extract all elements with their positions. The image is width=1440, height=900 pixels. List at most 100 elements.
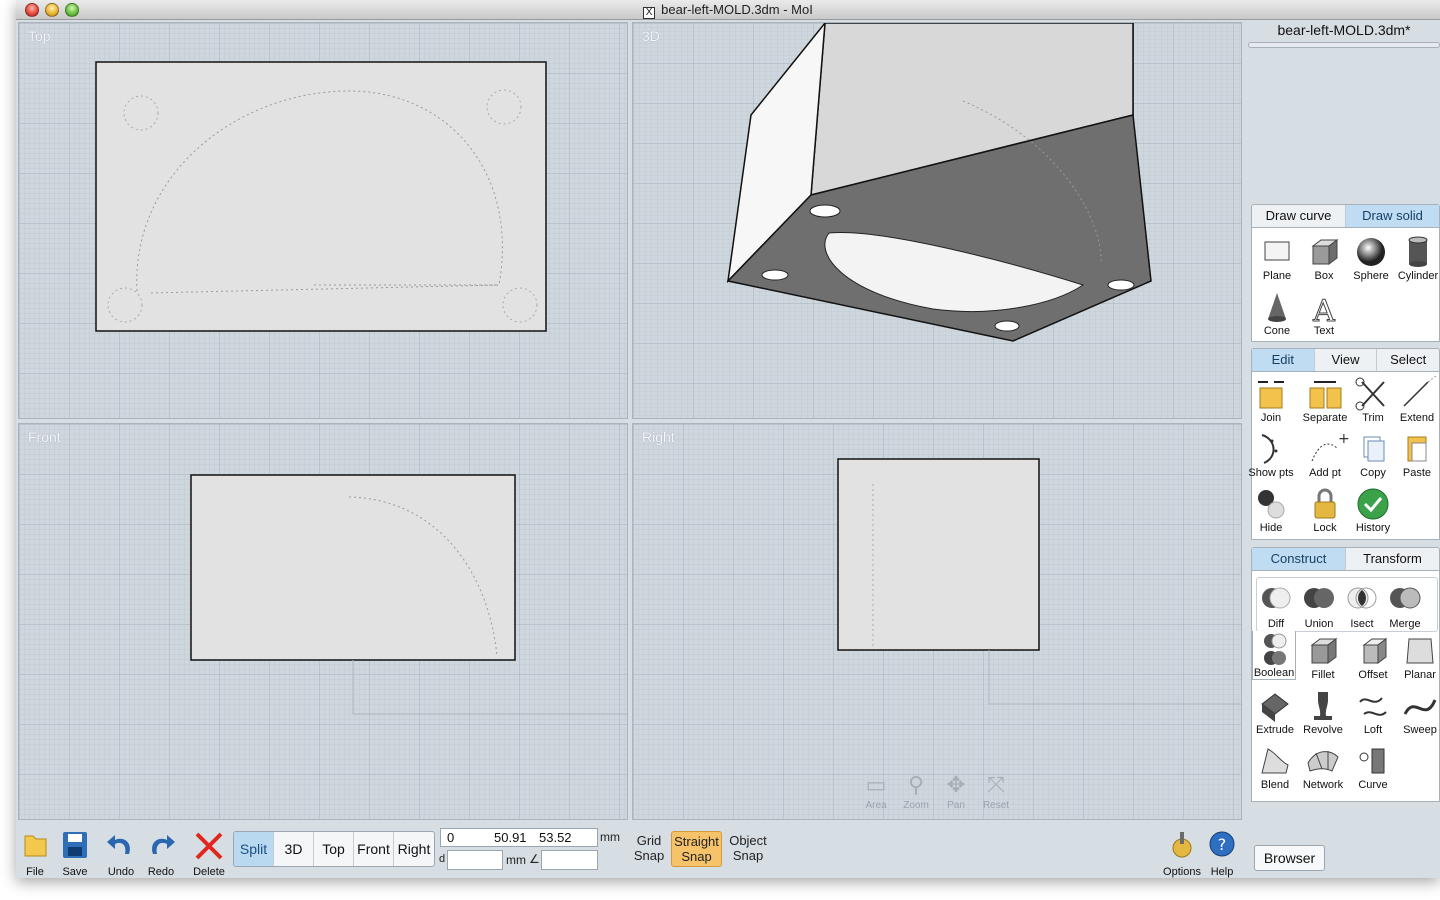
offset-tool[interactable]: Offset: [1348, 633, 1398, 681]
extrude-tool[interactable]: Extrude: [1250, 688, 1300, 736]
fillet-tool[interactable]: Fillet: [1298, 633, 1348, 681]
copy-icon: [1363, 436, 1385, 462]
boolean-union-icon: [1304, 588, 1334, 608]
undo-button[interactable]: Undo: [99, 830, 143, 878]
svg-text:?: ?: [1218, 835, 1227, 854]
copy-tool[interactable]: Copy: [1348, 431, 1398, 479]
plane-tool[interactable]: Plane: [1252, 234, 1302, 282]
box-tool[interactable]: Box: [1299, 234, 1349, 282]
planar-tool[interactable]: Planar: [1395, 633, 1440, 681]
view-mode-switcher: Split 3D Top Front Right: [233, 831, 435, 867]
help-button[interactable]: ? Help: [1200, 830, 1244, 878]
viewport-3d[interactable]: 3D: [632, 22, 1242, 419]
boolean-difference-icon: [1262, 587, 1291, 609]
tab-select[interactable]: Select: [1377, 349, 1439, 371]
cone-icon: [1268, 293, 1286, 322]
straight-snap-toggle[interactable]: Straight Snap: [671, 831, 722, 867]
plane-icon: [1264, 241, 1290, 261]
boolean-intersect-icon: [1347, 587, 1377, 609]
text-icon: A: [1312, 294, 1336, 326]
delete-button[interactable]: Delete: [187, 830, 231, 878]
view-mode-3d[interactable]: 3D: [274, 832, 314, 866]
boolean-difference-tool[interactable]: Diff: [1254, 582, 1298, 630]
distance-unit: mm: [506, 853, 526, 867]
network-tool[interactable]: Network: [1298, 743, 1348, 791]
join-tool[interactable]: Join: [1246, 376, 1296, 424]
cylinder-tool[interactable]: Cylinder: [1393, 234, 1440, 282]
options-button[interactable]: Options: [1160, 830, 1204, 878]
add-point-tool[interactable]: + Add pt: [1300, 431, 1350, 479]
blend-tool[interactable]: Blend: [1250, 743, 1300, 791]
history-tool[interactable]: History: [1348, 486, 1398, 534]
view-mode-right[interactable]: Right: [394, 832, 434, 866]
cone-tool[interactable]: Cone: [1252, 289, 1302, 337]
blend-icon: [1261, 748, 1289, 774]
reset-icon: ⤧: [987, 772, 1005, 797]
boolean-icon: [1264, 633, 1287, 665]
zoom-icon: ⚲: [907, 772, 925, 797]
area-zoom-button[interactable]: ▭ Area: [858, 770, 894, 811]
top-view-drawing: [95, 61, 547, 332]
angle-input[interactable]: [541, 850, 598, 870]
3d-mold-model: [726, 23, 1152, 342]
trim-tool[interactable]: Trim: [1348, 376, 1398, 424]
lock-icon: [1314, 488, 1336, 519]
show-points-icon: [1261, 434, 1278, 464]
boolean-intersect-tool[interactable]: Isect: [1340, 582, 1384, 630]
viewport-top[interactable]: Top: [18, 22, 628, 419]
tab-edit[interactable]: Edit: [1252, 349, 1315, 371]
save-button[interactable]: Save: [53, 830, 97, 878]
scissors-icon: [1355, 377, 1385, 411]
redo-button[interactable]: Redo: [139, 830, 183, 878]
boolean-tool[interactable]: Boolean: [1252, 631, 1296, 680]
viewport-right[interactable]: Right ▭ Area ⚲ Zoom ✥ Pan ⤧ Reset: [632, 423, 1242, 820]
lock-tool[interactable]: Lock: [1300, 486, 1350, 534]
options-gear-icon: [1172, 832, 1192, 858]
hide-tool[interactable]: Hide: [1246, 486, 1296, 534]
angle-symbol: ∠: [529, 852, 540, 866]
separate-tool[interactable]: Separate: [1300, 376, 1350, 424]
x11-app-icon: X: [643, 7, 656, 19]
folder-icon: [24, 835, 47, 857]
coordinate-input[interactable]: 0 50.91 53.52: [440, 828, 598, 847]
tab-view[interactable]: View: [1315, 349, 1378, 371]
pan-button[interactable]: ✥ Pan: [938, 770, 974, 811]
curve-from-surface-icon: [1359, 748, 1385, 774]
distance-input[interactable]: [447, 850, 503, 870]
reset-view-button[interactable]: ⤧ Reset: [978, 770, 1014, 811]
join-icon: [1258, 381, 1284, 409]
view-mode-top[interactable]: Top: [314, 832, 354, 866]
pan-icon: ✥: [946, 772, 966, 797]
command-panel: bear-left-MOLD.3dm* Draw curve Draw soli…: [1248, 22, 1440, 878]
grid-snap-toggle[interactable]: Grid Snap: [629, 831, 669, 867]
sphere-tool[interactable]: Sphere: [1346, 234, 1396, 282]
extend-icon: [1403, 376, 1437, 407]
viewport-label: 3D: [642, 28, 660, 44]
tab-draw-curve[interactable]: Draw curve: [1252, 205, 1346, 227]
curve-tool[interactable]: Curve: [1348, 743, 1398, 791]
tab-construct[interactable]: Construct: [1252, 548, 1346, 570]
viewport-front[interactable]: Front: [18, 423, 628, 820]
floppy-disk-icon: [63, 832, 87, 858]
browser-button[interactable]: Browser: [1254, 845, 1325, 871]
paste-tool[interactable]: Paste: [1392, 431, 1440, 479]
file-button[interactable]: File: [13, 830, 57, 878]
extend-tool[interactable]: Extend: [1392, 376, 1440, 424]
sweep-tool[interactable]: Sweep: [1395, 688, 1440, 736]
app-window: Xbear-left-MOLD.3dm - MoI Top 3D Front R…: [16, 0, 1440, 878]
view-mode-front[interactable]: Front: [354, 832, 394, 866]
revolve-tool[interactable]: Revolve: [1298, 688, 1348, 736]
object-snap-toggle[interactable]: Object Snap: [724, 831, 772, 867]
show-points-tool[interactable]: Show pts: [1246, 431, 1296, 479]
tab-draw-solid[interactable]: Draw solid: [1346, 205, 1439, 227]
window-title: bear-left-MOLD.3dm - MoI: [661, 2, 813, 17]
loft-tool[interactable]: Loft: [1348, 688, 1398, 736]
front-view-drawing: [190, 474, 627, 715]
text-tool[interactable]: A Text: [1299, 289, 1349, 338]
boolean-union-tool[interactable]: Union: [1297, 582, 1341, 630]
view-mode-split[interactable]: Split: [234, 832, 274, 866]
zoom-button[interactable]: ⚲ Zoom: [898, 770, 934, 811]
revolve-icon: [1314, 692, 1332, 720]
tab-transform[interactable]: Transform: [1346, 548, 1439, 570]
boolean-merge-tool[interactable]: Merge: [1383, 582, 1427, 630]
